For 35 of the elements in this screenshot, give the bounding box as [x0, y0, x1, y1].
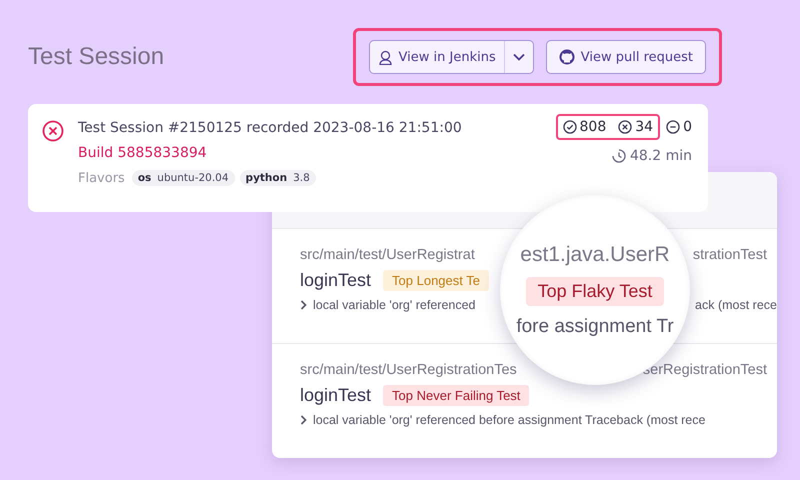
clock-icon	[612, 149, 626, 163]
test-path: strationTest	[692, 247, 768, 263]
caret-icon	[512, 53, 525, 61]
session-title: Test Session #2150125 recorded 2023-08-16 21:51:00	[78, 120, 463, 136]
build-link[interactable]: Build 5885833894	[78, 145, 542, 161]
test-path: serRegistrationTest	[642, 362, 768, 378]
dropdown-button[interactable]	[504, 41, 533, 73]
check-circle-icon	[562, 120, 577, 134]
test-name: loginTest	[300, 385, 372, 406]
count-value: 0	[683, 119, 692, 135]
person-icon	[378, 50, 393, 64]
duration-text: 48.2 min	[630, 148, 692, 164]
error-message: local variable 'org' referenced before assignment Traceback (most rece	[313, 413, 706, 427]
chevron-icon[interactable]	[300, 415, 307, 425]
error-message: ack (most rece	[695, 298, 777, 312]
test-path: src/main/test/UserRegistrationTes	[300, 362, 517, 378]
chevron-icon[interactable]	[300, 300, 307, 310]
test-tag: Top Flaky Test	[526, 276, 664, 306]
test-name: loginTest	[300, 270, 372, 291]
minus-circle-icon	[666, 120, 680, 134]
count-value: 808	[580, 119, 606, 135]
error-message: local variable 'org' referenced	[313, 298, 476, 312]
test-tag: Top Longest Te	[383, 270, 489, 291]
error-message: fore assignment Tr	[516, 316, 674, 338]
flavors-label: Flavors	[78, 170, 125, 186]
x-circle-icon	[618, 120, 632, 134]
view-pull-request-button[interactable]: View pull request	[546, 40, 706, 74]
count-value: 34	[635, 119, 654, 135]
test-tag: Top Never Failing Test	[383, 385, 530, 406]
flavor-tag: os ubuntu-20.04	[132, 170, 235, 186]
test-path: src/main/test/UserRegistrat	[300, 247, 475, 263]
logo-icon	[558, 49, 575, 65]
page-title: Test Session	[28, 43, 164, 71]
flavor-tag: python 3.8	[240, 170, 316, 186]
test-path: est1.java.UserR	[520, 242, 670, 266]
